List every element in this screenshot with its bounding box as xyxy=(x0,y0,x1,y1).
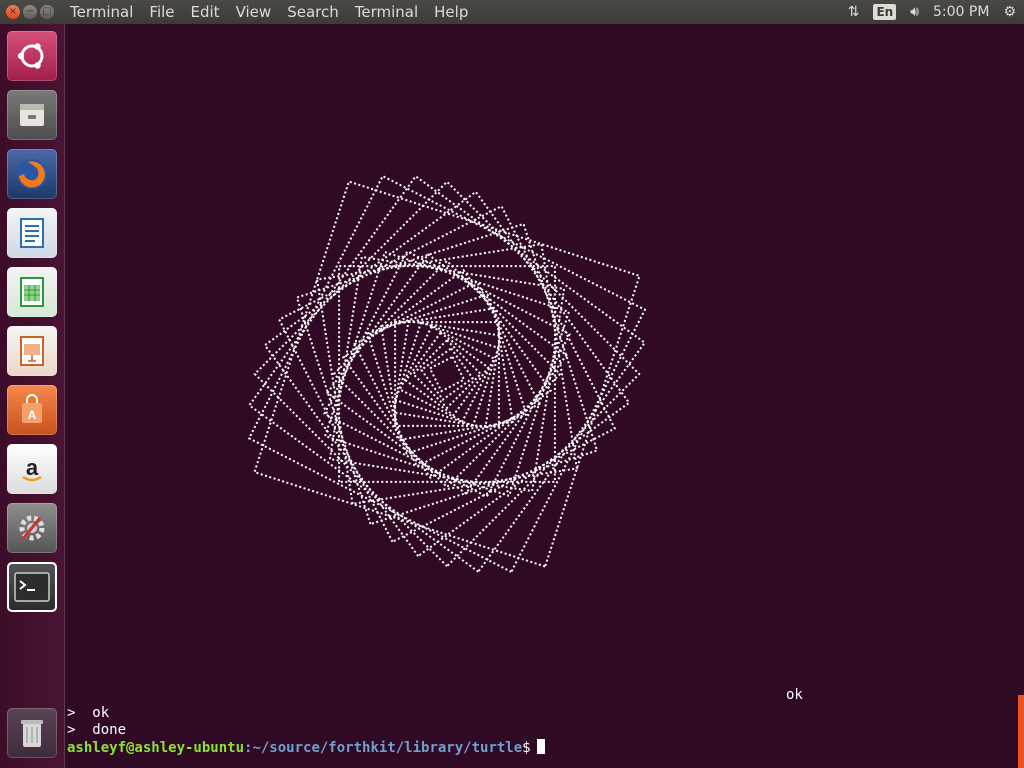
close-icon[interactable]: × xyxy=(6,5,20,19)
prompt-symbol: $ xyxy=(522,740,531,756)
menu-file[interactable]: File xyxy=(141,0,182,24)
volume-icon[interactable]: 🔊︎ xyxy=(910,4,919,20)
menu-help[interactable]: Help xyxy=(426,0,476,24)
libreoffice-calc-icon[interactable] xyxy=(7,267,57,317)
top-panel: × − □ Terminal File Edit View Search Ter… xyxy=(0,0,1024,24)
spiral-square xyxy=(247,174,647,574)
window-controls: × − □ xyxy=(6,5,54,19)
ubuntu-dash-icon[interactable] xyxy=(7,31,57,81)
spiral-square xyxy=(404,331,490,417)
terminal-output-line: > ok xyxy=(67,705,110,721)
software-center-icon[interactable]: A xyxy=(7,385,57,435)
spiral-square xyxy=(428,355,466,393)
spiral-square xyxy=(328,255,566,493)
spiral-square xyxy=(341,268,553,480)
minimize-icon[interactable]: − xyxy=(23,5,37,19)
spiral-square xyxy=(323,250,571,498)
launcher: A a xyxy=(0,24,65,768)
terminal-output-line: > done xyxy=(67,722,127,738)
spiral-square xyxy=(332,259,562,489)
svg-text:a: a xyxy=(26,455,39,480)
files-icon[interactable] xyxy=(7,90,57,140)
terminal-window[interactable]: ok > ok > done ashleyf@ashley-ubuntu:~/s… xyxy=(65,24,1024,768)
indicator-area: ⇅ En 🔊︎ 5:00 PM ⚙ xyxy=(848,4,1024,20)
spiral-square xyxy=(420,347,474,401)
keyboard-layout-indicator[interactable]: En xyxy=(873,4,897,20)
prompt-path: :~/source/forthkit/library/turtle xyxy=(244,740,523,756)
menu-search[interactable]: Search xyxy=(279,0,347,24)
spiral-square xyxy=(253,180,641,568)
system-settings-icon[interactable] xyxy=(7,503,57,553)
menu-view[interactable]: View xyxy=(228,0,280,24)
text-cursor xyxy=(536,739,545,754)
menu-edit[interactable]: Edit xyxy=(183,0,228,24)
libreoffice-writer-icon[interactable] xyxy=(7,208,57,258)
spiral-square xyxy=(353,280,541,468)
spiral-square xyxy=(263,190,631,558)
menu-terminal-app[interactable]: Terminal xyxy=(62,0,141,24)
spiral-square xyxy=(338,265,556,483)
scrollbar[interactable] xyxy=(1018,695,1024,768)
spiral-square xyxy=(323,250,571,498)
spiral-square xyxy=(277,204,617,544)
terminal-icon[interactable] xyxy=(7,562,57,612)
amazon-icon[interactable]: a xyxy=(7,444,57,494)
svg-text:A: A xyxy=(28,408,37,422)
spiral-square xyxy=(326,253,568,495)
maximize-icon[interactable]: □ xyxy=(40,5,54,19)
libreoffice-impress-icon[interactable] xyxy=(7,326,57,376)
turtle-ok-message: ok xyxy=(786,687,803,703)
spiral-square xyxy=(366,293,528,455)
menu-bar: Terminal File Edit View Search Terminal … xyxy=(62,0,476,24)
clock[interactable]: 5:00 PM xyxy=(933,4,989,20)
terminal-prompt-line[interactable]: ashleyf@ashley-ubuntu:~/source/forthkit/… xyxy=(67,739,545,756)
spiral-square xyxy=(247,174,647,574)
trash-icon[interactable] xyxy=(7,708,57,758)
gear-icon[interactable]: ⚙ xyxy=(1003,4,1016,20)
spiral-square xyxy=(253,180,641,568)
network-icon[interactable]: ⇅ xyxy=(848,4,860,20)
prompt-user: ashleyf@ashley-ubuntu xyxy=(67,740,245,756)
menu-terminal[interactable]: Terminal xyxy=(347,0,426,24)
firefox-icon[interactable] xyxy=(7,149,57,199)
turtle-graphics-drawing xyxy=(247,174,647,574)
